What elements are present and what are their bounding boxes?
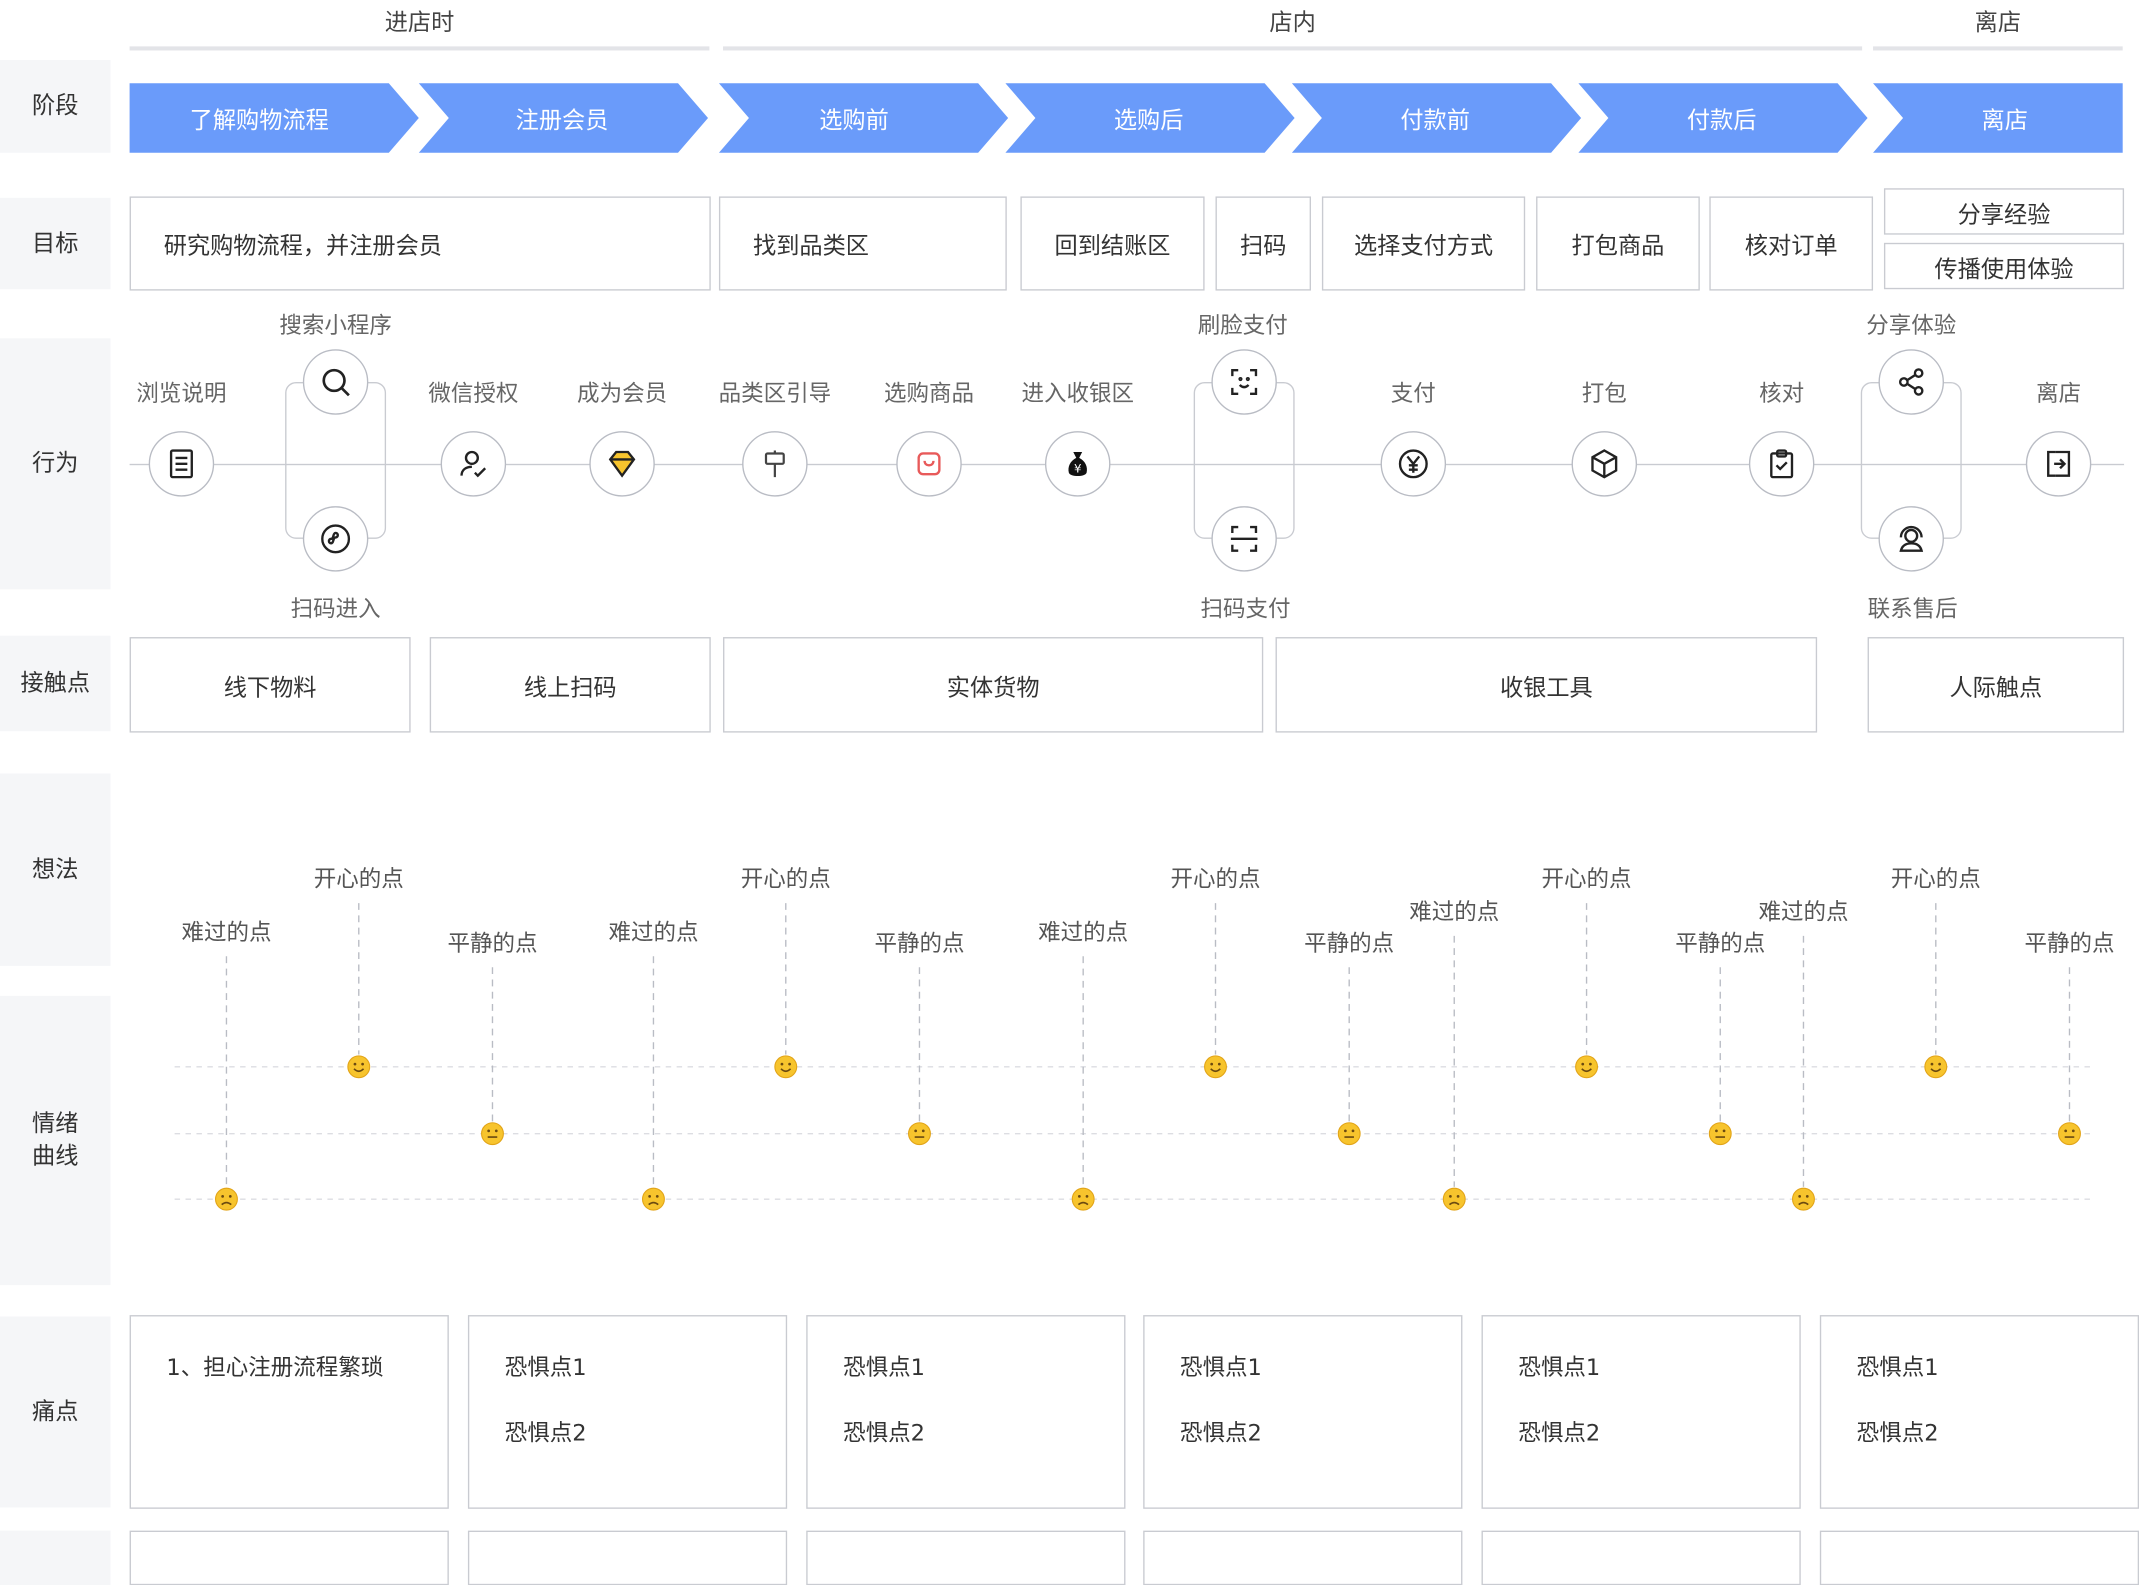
next-row-box (467, 1530, 788, 1585)
emotion-label-happy: 开心的点 (741, 867, 831, 893)
calm-face-icon (1337, 1122, 1361, 1146)
emotion-label-calm: 平静的点 (2024, 931, 2114, 957)
pain-item: 1、担心注册流程繁琐 (166, 1354, 384, 1381)
journey-map: 进店时 店内 离店 阶段 目标 行为 接触点 想法 情绪 曲线 痛点 了解购物流… (0, 0, 2139, 1585)
pain-item: 恐惧点2 (1180, 1420, 1262, 1447)
next-row-box (1143, 1530, 1463, 1585)
emotion-label-sad: 难过的点 (1758, 899, 1848, 925)
happy-face-icon (1924, 1055, 1948, 1079)
emotion-label-sad: 难过的点 (1038, 920, 1128, 946)
happy-face-icon (1575, 1055, 1599, 1079)
emotion-label-calm: 平静的点 (1675, 931, 1765, 957)
pain-item: 恐惧点1 (1518, 1354, 1601, 1381)
pain-box: 1、担心注册流程繁琐 (129, 1315, 449, 1509)
emotion-label-happy: 开心的点 (1170, 867, 1260, 893)
emotion-label-sad: 难过的点 (1409, 899, 1499, 925)
calm-face-icon (1708, 1122, 1732, 1146)
next-row-box (129, 1530, 449, 1585)
pain-box: 恐惧点1 恐惧点2 (806, 1315, 1126, 1509)
sad-face-icon (1071, 1187, 1095, 1211)
emotion-label-calm: 平静的点 (447, 931, 537, 957)
next-row-box (806, 1530, 1126, 1585)
pain-item: 恐惧点1 (1856, 1354, 1939, 1381)
next-row-box (1819, 1530, 2139, 1585)
calm-face-icon (908, 1122, 931, 1146)
pain-item: 恐惧点1 (1180, 1354, 1262, 1381)
sad-face-icon (214, 1187, 238, 1211)
pain-item: 恐惧点2 (1856, 1420, 1939, 1447)
pain-item: 恐惧点1 (504, 1354, 587, 1381)
pain-item: 恐惧点2 (504, 1420, 587, 1447)
pain-item: 恐惧点1 (843, 1354, 925, 1381)
emotion-label-happy: 开心的点 (1542, 867, 1632, 893)
happy-face-icon (347, 1055, 371, 1079)
sad-face-icon (1792, 1187, 1815, 1211)
emotion-label-sad: 难过的点 (181, 920, 271, 946)
pain-item: 恐惧点2 (843, 1420, 925, 1447)
emotion-label-calm: 平静的点 (1304, 931, 1394, 957)
pain-box: 恐惧点1 恐惧点2 (1481, 1315, 1801, 1509)
emotion-label-sad: 难过的点 (608, 920, 698, 946)
emotion-label-happy: 开心的点 (1891, 867, 1981, 893)
calm-face-icon (2058, 1122, 2081, 1146)
sad-face-icon (641, 1187, 665, 1211)
pain-item: 恐惧点2 (1518, 1420, 1601, 1447)
happy-face-icon (1204, 1055, 1227, 1079)
calm-face-icon (481, 1122, 504, 1146)
row-label-pain: 痛点 (0, 1316, 111, 1508)
emotion-curve: 难过的点开心的点平静的点 难过的点开心的点平静的点 难过的点开心的点平静的点难过的点… (174, 867, 2114, 1211)
next-row-box (1481, 1530, 1801, 1585)
row-label-next (0, 1530, 111, 1585)
happy-face-icon (774, 1055, 798, 1079)
pain-box: 恐惧点1 恐惧点2 (467, 1315, 788, 1509)
emotion-label-calm: 平静的点 (874, 931, 964, 957)
pain-box: 恐惧点1 恐惧点2 (1143, 1315, 1463, 1509)
emotion-label-happy: 开心的点 (314, 867, 404, 893)
sad-face-icon (1442, 1187, 1466, 1211)
pain-box: 恐惧点1 恐惧点2 (1819, 1315, 2139, 1509)
